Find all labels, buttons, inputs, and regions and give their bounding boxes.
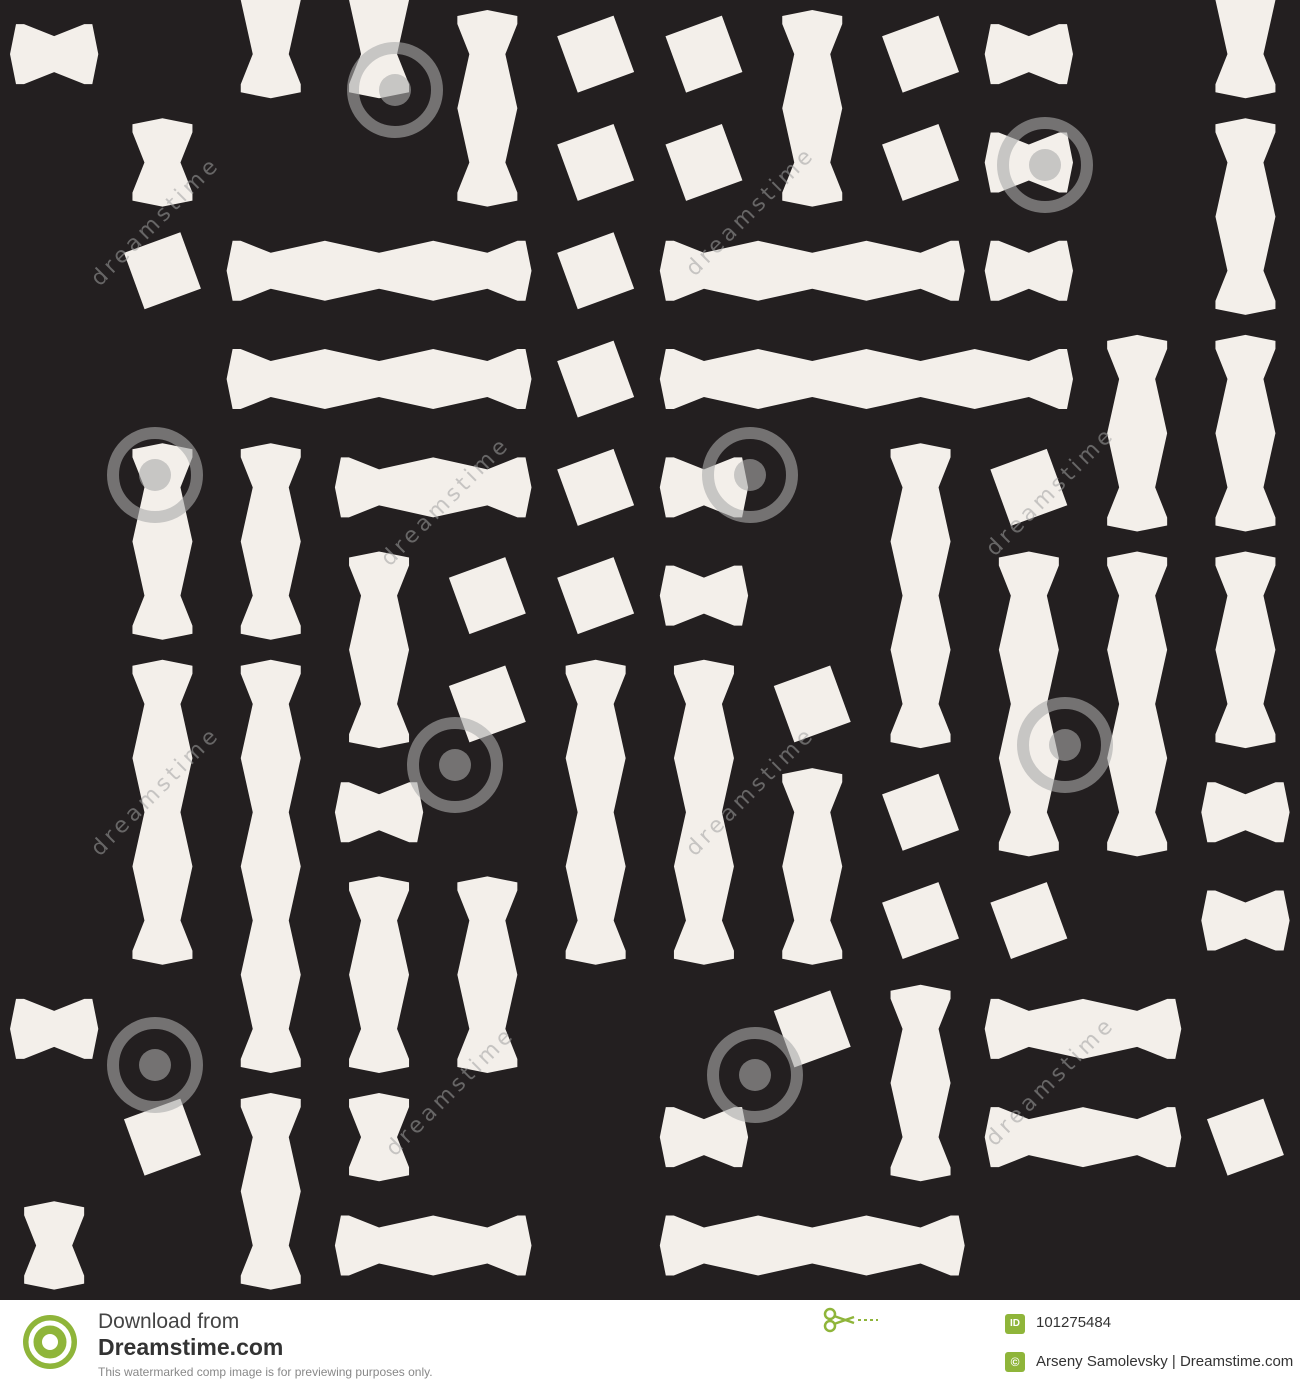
id-badge-icon: ID	[1005, 1314, 1025, 1334]
pattern-bar-vertical	[782, 768, 843, 965]
pattern-bar-vertical	[1107, 334, 1168, 532]
pattern-bar-vertical	[240, 1093, 301, 1290]
pattern-artwork: dreamstime dreamstime dreamstime dreamst…	[0, 0, 1300, 1300]
pattern-bar-vertical	[890, 984, 951, 1182]
download-footer: Download from Dreamstime.com This waterm…	[0, 1300, 1300, 1390]
pattern-bar-vertical	[132, 443, 193, 640]
pattern-bar-vertical	[1215, 551, 1276, 749]
pattern-bar-vertical	[240, 659, 301, 1073]
copyright-icon: ©	[1005, 1352, 1025, 1372]
scissors-icon	[823, 1307, 878, 1333]
pattern-bar-vertical	[349, 876, 410, 1073]
image-id: 101275484	[1036, 1314, 1112, 1331]
author-credit[interactable]: Arseny Samolevsky | Dreamstime.com	[1036, 1353, 1293, 1370]
pattern-bar-vertical	[1215, 334, 1276, 532]
pattern-bar-vertical	[1215, 118, 1276, 315]
site-name[interactable]: Dreamstime.com	[98, 1334, 283, 1361]
pattern-bar-horizontal	[659, 349, 1073, 410]
pattern-bar-vertical	[457, 10, 518, 207]
pattern-bar-vertical	[240, 443, 301, 640]
dreamstime-logo-icon	[23, 1315, 77, 1369]
download-from-label: Download from	[98, 1310, 240, 1333]
watermark-note: This watermarked comp image is for previ…	[98, 1365, 433, 1379]
pattern-bar-horizontal	[334, 1215, 532, 1276]
pattern-bar-vertical	[349, 551, 410, 749]
